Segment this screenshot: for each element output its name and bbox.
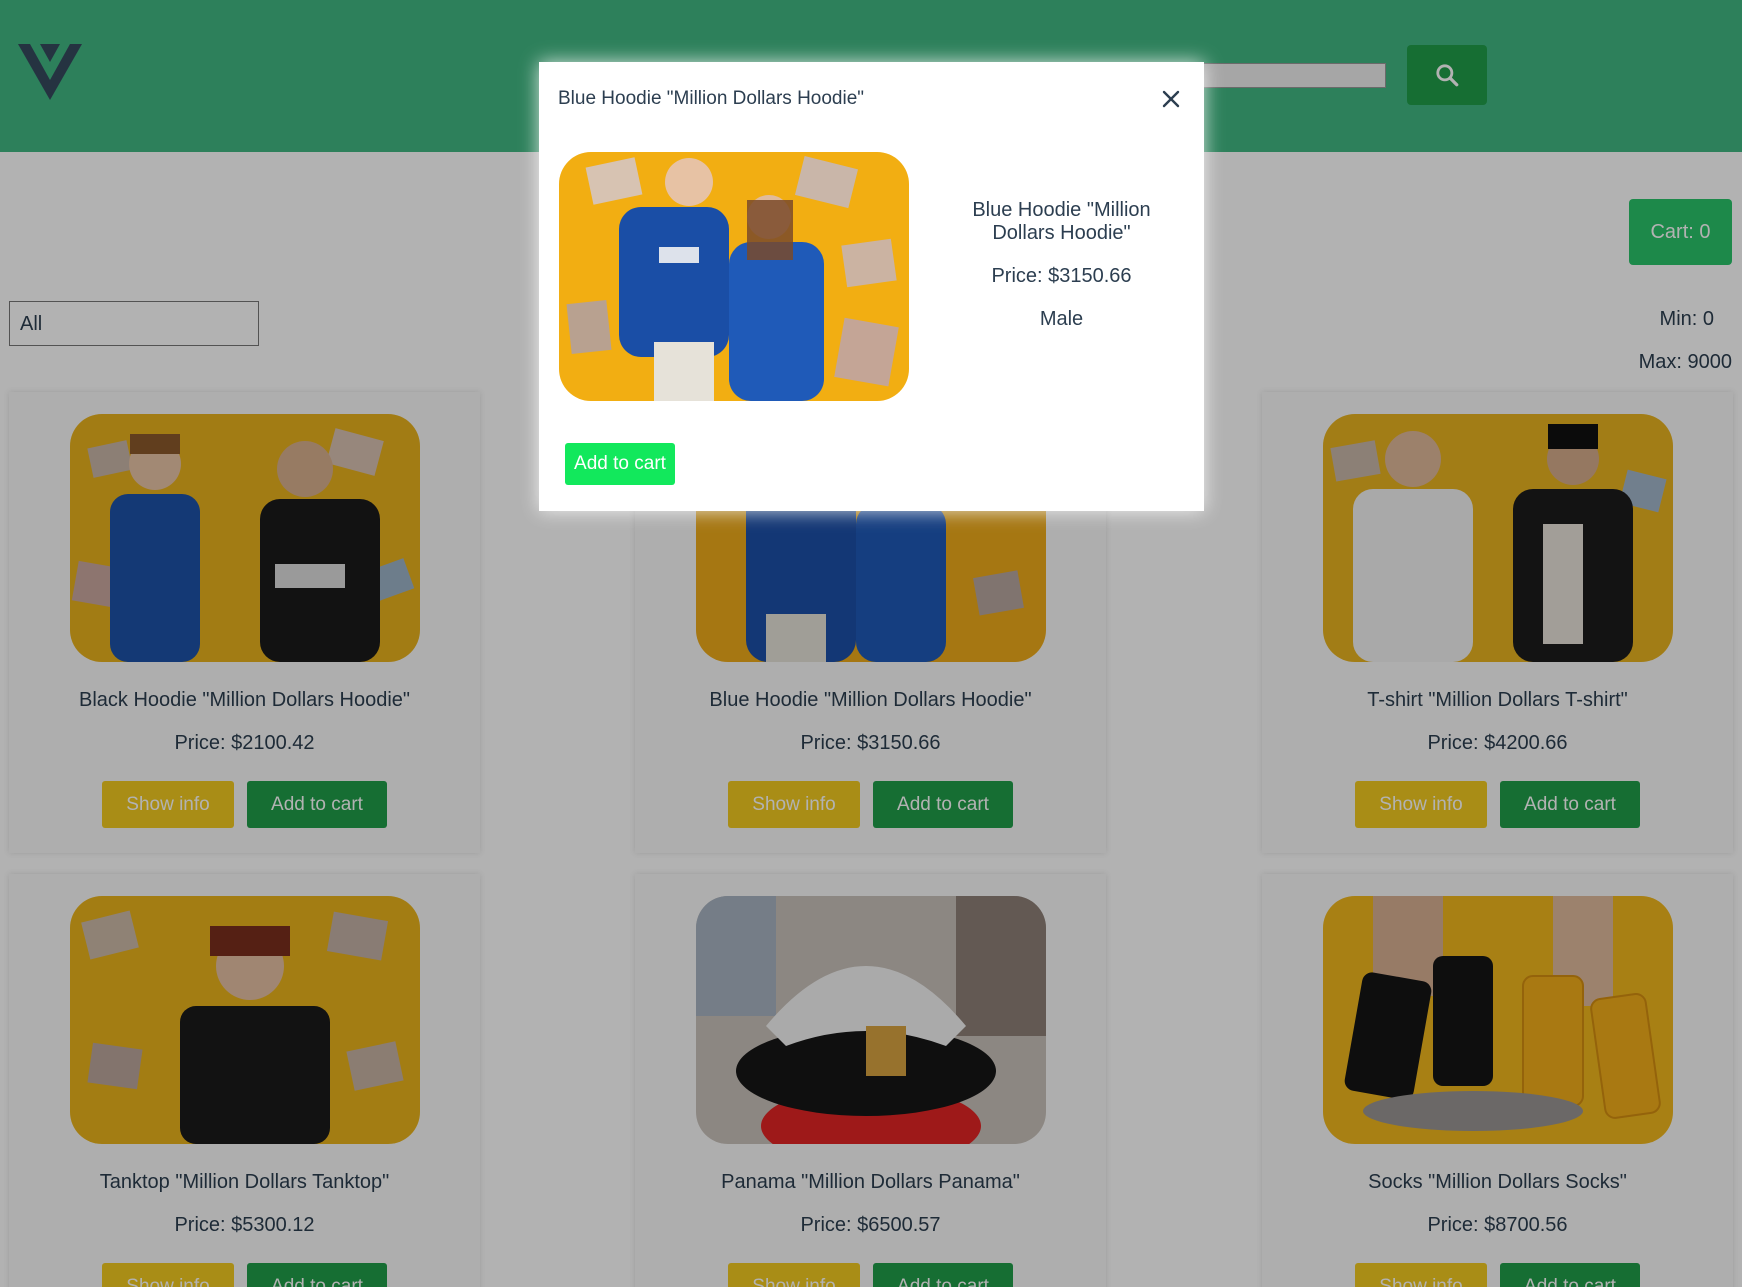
modal-product-image bbox=[559, 152, 909, 401]
modal-product-info: Blue Hoodie "Million Dollars Hoodie" Pri… bbox=[944, 199, 1179, 331]
modal-title: Blue Hoodie "Million Dollars Hoodie" bbox=[558, 88, 865, 109]
modal-product-name: Blue Hoodie "Million Dollars Hoodie" bbox=[972, 199, 1151, 244]
close-icon[interactable] bbox=[1156, 84, 1186, 114]
modal-product-gender: Male bbox=[1039, 308, 1084, 330]
modal-add-to-cart-button[interactable]: Add to cart bbox=[565, 443, 675, 485]
modal-product-price: Price: $3150.66 bbox=[991, 265, 1132, 287]
product-info-modal: Blue Hoodie "Million Dollars Hoodie" Blu… bbox=[539, 62, 1204, 511]
